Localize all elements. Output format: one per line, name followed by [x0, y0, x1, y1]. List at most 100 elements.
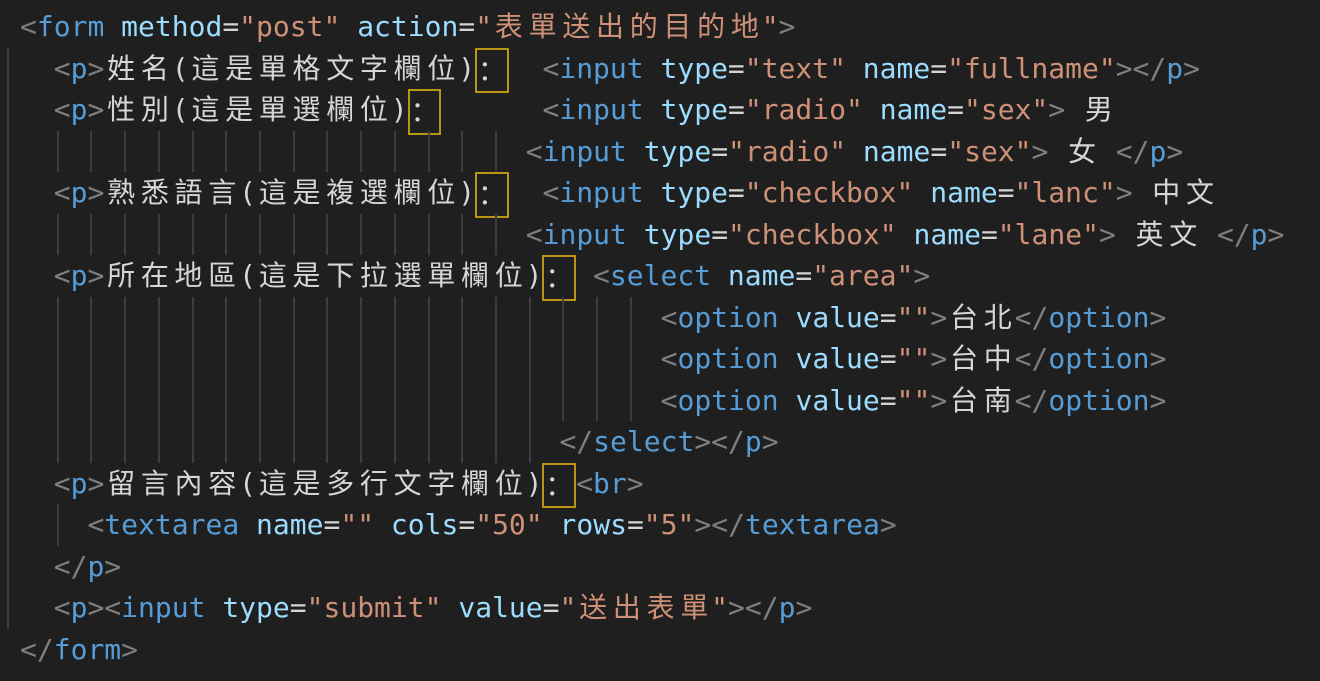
indent-guide [124, 131, 126, 173]
code-line[interactable]: </p> [20, 546, 1320, 588]
code-line[interactable]: <input type="radio" name="sex"> 女 </p> [20, 131, 1320, 173]
code-token: > [779, 10, 796, 43]
unicode-highlight-colon: ： [475, 48, 509, 94]
indent-guide [293, 338, 295, 380]
code-token: type [660, 176, 727, 209]
code-token: br [593, 467, 627, 500]
code-token: 英文 [1116, 218, 1217, 251]
code-token: 所在地區(這是下拉選單欄位) [104, 259, 542, 292]
code-token: "5" [644, 508, 695, 541]
indent-guide [360, 338, 362, 380]
code-token [441, 591, 458, 624]
code-token: = [222, 10, 239, 43]
indent-guide [192, 338, 194, 380]
code-token: type [644, 135, 711, 168]
indent-guide [57, 214, 59, 256]
indent-guide [428, 421, 430, 463]
indent-guide [90, 131, 92, 173]
code-token [779, 301, 796, 334]
code-line[interactable]: <p><input type="submit" value="送出表單"></p… [20, 587, 1320, 629]
code-token: p [71, 93, 88, 126]
indent-guide [428, 297, 430, 339]
indent-guide [495, 380, 497, 422]
code-token: p [71, 591, 88, 624]
code-line[interactable]: <p>留言內容(這是多行文字欄位)：<br> [20, 463, 1320, 505]
code-token: < [54, 591, 71, 624]
code-token [863, 93, 880, 126]
code-token: name [880, 93, 947, 126]
code-token: form [54, 633, 121, 666]
code-token [779, 384, 796, 417]
code-line[interactable]: <form method="post" action="表單送出的目的地"> [20, 6, 1320, 48]
code-editor[interactable]: <form method="post" action="表單送出的目的地"> <… [0, 0, 1320, 681]
code-line[interactable]: <p>姓名(這是單格文字欄位)： <input type="text" name… [20, 48, 1320, 90]
code-token: = [728, 176, 745, 209]
indent-guide [495, 131, 497, 173]
code-line[interactable]: <textarea name="" cols="50" rows="5"></t… [20, 504, 1320, 546]
code-token: ></ [728, 591, 779, 624]
code-token: 台中 [947, 342, 1014, 375]
indent-guide [428, 338, 430, 380]
code-line[interactable]: <p>所在地區(這是下拉選單欄位)： <select name="area"> [20, 255, 1320, 297]
code-token: </ [20, 633, 54, 666]
code-token: textarea [104, 508, 239, 541]
code-token: = [981, 218, 998, 251]
code-token [897, 218, 914, 251]
code-token: = [711, 135, 728, 168]
code-token: p [1166, 52, 1183, 85]
indent-guide [124, 380, 126, 422]
code-token: < [542, 176, 559, 209]
code-token [846, 135, 863, 168]
code-line[interactable]: </select></p> [20, 421, 1320, 463]
code-token: > [913, 259, 930, 292]
code-line[interactable]: <p>性別(這是單選欄位)： <input type="radio" name=… [20, 89, 1320, 131]
indent-guide [428, 214, 430, 256]
indent-guide [259, 297, 261, 339]
indent-guide [293, 131, 295, 173]
indent-guide [90, 380, 92, 422]
code-token: "sex" [947, 135, 1031, 168]
code-line[interactable]: <input type="checkbox" name="lane"> 英文 <… [20, 214, 1320, 256]
code-line[interactable]: <option value="">台北</option> [20, 297, 1320, 339]
code-token: > [104, 550, 121, 583]
code-token: "送出表單" [560, 591, 729, 624]
code-token: type [661, 93, 728, 126]
code-token: "radio" [745, 93, 863, 126]
indent-guide [360, 297, 362, 339]
indent-guide [394, 380, 396, 422]
code-token [627, 135, 644, 168]
code-token [239, 508, 256, 541]
code-token: "submit" [307, 591, 442, 624]
indent-guide [326, 421, 328, 463]
indent-guide [124, 297, 126, 339]
code-token: select [610, 259, 711, 292]
code-area[interactable]: <form method="post" action="表單送出的目的地"> <… [20, 6, 1320, 670]
code-line[interactable]: <option value="">台南</option> [20, 380, 1320, 422]
indent-guide [158, 421, 160, 463]
indent-guide [259, 380, 261, 422]
code-token: < [54, 93, 71, 126]
code-token: "fullname" [947, 52, 1116, 85]
code-line[interactable]: <p>熟悉語言(這是複選欄位)： <input type="checkbox" … [20, 172, 1320, 214]
code-token [779, 342, 796, 375]
code-line[interactable]: </form> [20, 629, 1320, 671]
code-token [509, 176, 543, 209]
code-token: = [930, 135, 947, 168]
code-token: > [87, 52, 104, 85]
code-token: < [576, 467, 593, 500]
indent-guide [259, 421, 261, 463]
code-token: </ [1015, 301, 1049, 334]
code-line[interactable]: <option value="">台中</option> [20, 338, 1320, 380]
code-token: input [559, 52, 643, 85]
indent-guide [57, 297, 59, 339]
code-token: < [526, 135, 543, 168]
code-token: "lanc" [1015, 176, 1116, 209]
indent-guide [225, 297, 227, 339]
indent-guide [326, 380, 328, 422]
indent-guide [495, 297, 497, 339]
code-token: p [87, 550, 104, 583]
code-token [576, 259, 593, 292]
code-token: < [661, 384, 678, 417]
code-token [644, 176, 661, 209]
code-token: < [54, 52, 71, 85]
